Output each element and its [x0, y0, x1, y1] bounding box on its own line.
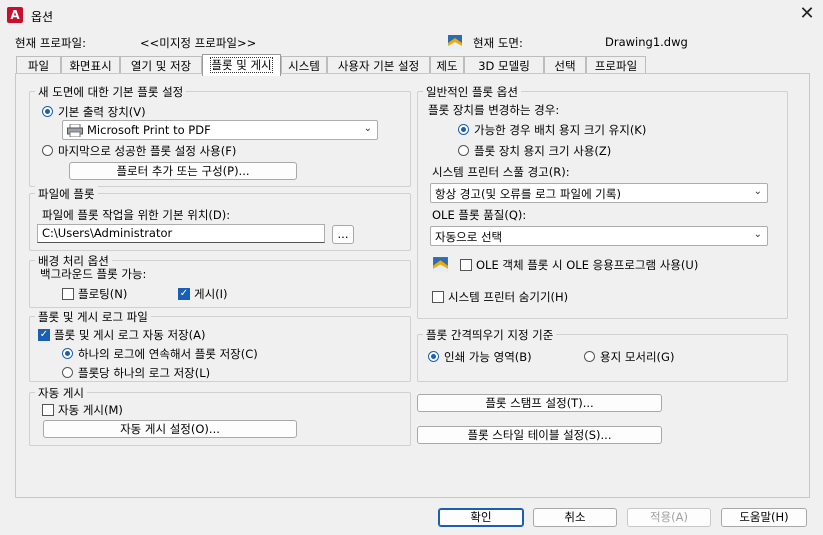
browse-button[interactable]: ...	[332, 225, 354, 244]
group-general-title: 일반적인 플롯 옵션	[423, 84, 521, 100]
paper-edge-label: 용지 모서리(G)	[600, 350, 675, 364]
drawing-file-icon	[447, 34, 463, 50]
use-device-paper-radio[interactable]	[458, 145, 469, 156]
auto-save-log-checkbox[interactable]: ✓	[38, 329, 50, 341]
plot-file-location-input[interactable]: C:\Users\Administrator	[37, 224, 325, 243]
printable-area-radio[interactable]	[428, 351, 439, 362]
group-auto-publish-title: 자동 게시	[35, 385, 87, 401]
plot-file-location-label: 파일에 플롯 작업을 위한 기본 위치(D):	[42, 208, 231, 222]
auto-publish-label: 자동 게시(M)	[58, 403, 123, 417]
chevron-down-icon: ⌄	[753, 186, 762, 197]
default-device-label: 기본 출력 장치(V)	[58, 105, 146, 119]
hide-printers-checkbox[interactable]	[432, 291, 444, 303]
background-publishing-checkbox[interactable]: ✓	[178, 288, 190, 300]
current-profile-value: <<미지정 프로파일>>	[140, 36, 257, 50]
continuous-log-radio[interactable]	[62, 348, 73, 359]
background-plotting-checkbox[interactable]	[62, 288, 74, 300]
apply-button[interactable]: 적용(A)	[627, 508, 711, 527]
plot-stamp-settings-button[interactable]: 플롯 스탬프 설정(T)...	[417, 394, 662, 412]
keep-layout-paper-label: 가능한 경우 배치 용지 크기 유지(K)	[474, 123, 647, 137]
add-plotter-button[interactable]: 플로터 추가 또는 구성(P)...	[69, 162, 297, 180]
per-plot-log-radio[interactable]	[62, 367, 73, 378]
tab-plot-publish[interactable]: 플롯 및 게시	[202, 54, 281, 76]
ole-quality-label: OLE 플롯 품질(Q):	[432, 208, 527, 222]
group-plot-to-file-title: 파일에 플롯	[35, 186, 98, 202]
output-device-select[interactable]: Microsoft Print to PDF ⌄	[62, 120, 378, 140]
output-device-value: Microsoft Print to PDF	[87, 123, 211, 137]
current-profile-label: 현재 프로파일:	[15, 36, 87, 50]
keep-layout-paper-radio[interactable]	[458, 124, 469, 135]
ok-button[interactable]: 확인	[438, 508, 524, 527]
printable-area-label: 인쇄 가능 영역(B)	[444, 350, 532, 364]
background-publishing-label: 게시(I)	[194, 287, 228, 301]
spool-alert-select[interactable]: 항상 경고(및 오류를 로그 파일에 기록) ⌄	[430, 183, 768, 203]
cancel-button[interactable]: 취소	[533, 508, 617, 527]
spool-alert-label: 시스템 프린터 스풀 경고(R):	[432, 165, 570, 179]
group-log-title: 플롯 및 게시 로그 파일	[35, 309, 151, 325]
auto-save-log-label: 플롯 및 게시 로그 자동 저장(A)	[54, 328, 206, 342]
printer-icon	[67, 123, 83, 138]
current-drawing-value: Drawing1.dwg	[605, 35, 688, 49]
group-plot-offset-title: 플롯 간격띄우기 지정 기준	[423, 327, 557, 343]
paper-edge-radio[interactable]	[584, 351, 595, 362]
background-plotting-label: 플로팅(N)	[78, 287, 128, 301]
ole-app-checkbox[interactable]	[460, 259, 472, 271]
ole-quality-select[interactable]: 자동으로 선택 ⌄	[430, 226, 768, 246]
ole-app-icon	[432, 256, 449, 273]
background-enable-label: 백그라운드 플롯 가능:	[40, 267, 147, 281]
help-button[interactable]: 도움말(H)	[721, 508, 807, 527]
ole-app-label: OLE 객체 플롯 시 OLE 응용프로그램 사용(U)	[476, 258, 699, 272]
last-successful-label: 마지막으로 성공한 플롯 설정 사용(F)	[58, 144, 237, 158]
continuous-log-label: 하나의 로그에 연속해서 플롯 저장(C)	[78, 347, 258, 361]
change-device-label: 플롯 장치를 변경하는 경우:	[428, 103, 560, 117]
current-drawing-label: 현재 도면:	[473, 36, 523, 50]
chevron-down-icon: ⌄	[753, 229, 762, 240]
auto-publish-settings-button[interactable]: 자동 게시 설정(O)...	[43, 420, 297, 438]
chevron-down-icon: ⌄	[363, 123, 372, 134]
group-new-drawing-title: 새 도면에 대한 기본 플롯 설정	[35, 84, 187, 100]
close-icon[interactable]: ✕	[796, 3, 818, 25]
use-device-paper-label: 플롯 장치 용지 크기 사용(Z)	[474, 144, 612, 158]
default-device-radio[interactable]	[42, 106, 53, 117]
window-title: 옵션	[31, 10, 54, 24]
plot-style-table-button[interactable]: 플롯 스타일 테이블 설정(S)...	[417, 426, 662, 444]
hide-printers-label: 시스템 프린터 숨기기(H)	[448, 290, 569, 304]
auto-publish-checkbox[interactable]	[42, 404, 54, 416]
autocad-app-icon: A	[7, 7, 23, 23]
last-successful-radio[interactable]	[42, 145, 53, 156]
per-plot-log-label: 플롯당 하나의 로그 저장(L)	[78, 366, 211, 380]
title-bar: A 옵션 ✕	[0, 0, 823, 30]
